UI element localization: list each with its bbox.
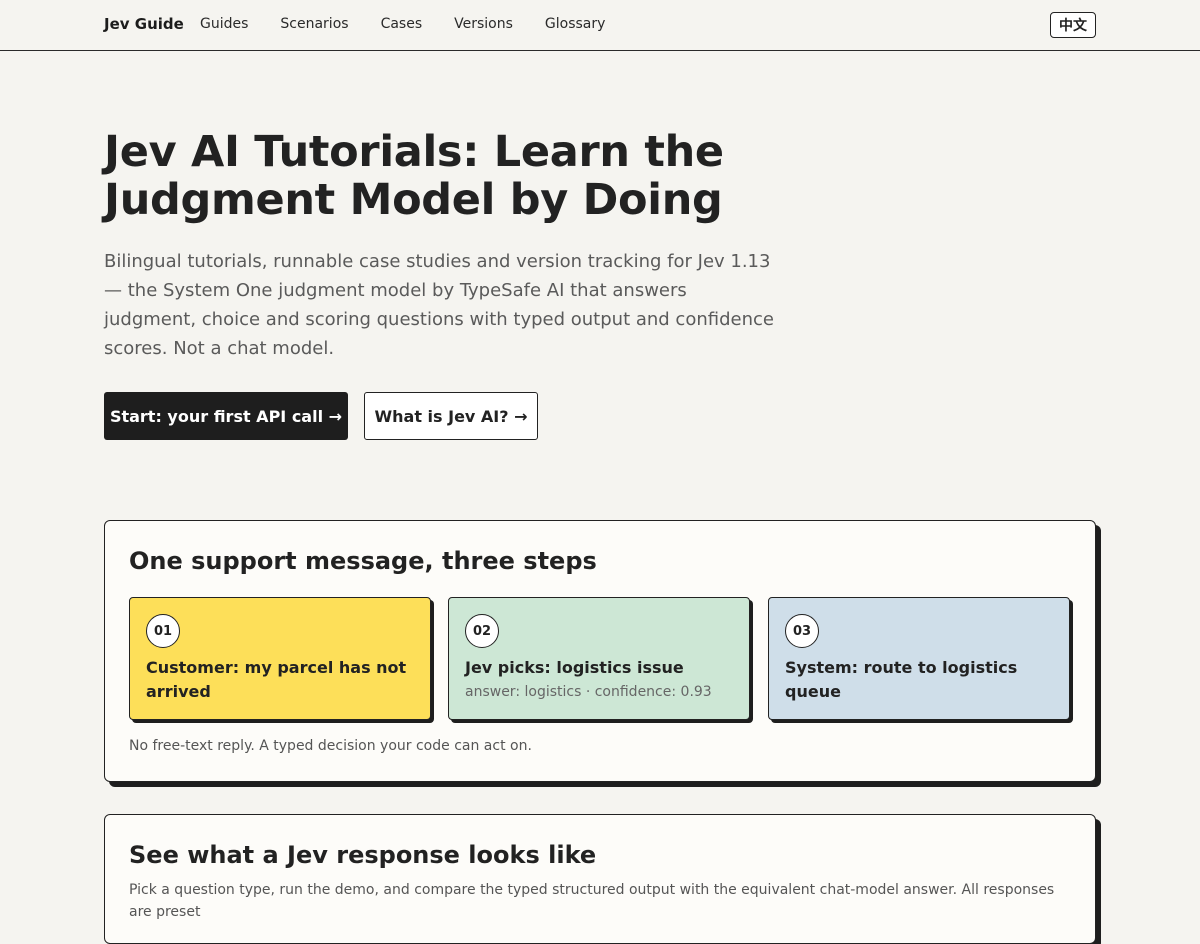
site-brand[interactable]: Jev Guide <box>104 15 184 33</box>
steps-card-note: No free-text reply. A typed decision you… <box>129 738 532 754</box>
nav-links: Guides Scenarios Cases Versions Glossary <box>200 16 637 32</box>
step-output-meta: answer: logistics · confidence: 0.93 <box>465 684 712 700</box>
start-first-api-call-button[interactable]: Start: your first API call → <box>104 392 348 440</box>
demo-card-description: Pick a question type, run the demo, and … <box>129 882 1055 920</box>
hero-subtitle: Bilingual tutorials, runnable case studi… <box>104 251 774 359</box>
steps-card-title: One support message, three steps <box>129 547 597 575</box>
step-text: Jev picks: logistics issue <box>465 658 684 677</box>
demo-card-title: See what a Jev response looks like <box>129 841 597 869</box>
step-card-jev: 02 Jev picks: logistics issue answer: lo… <box>448 597 750 720</box>
step-card-system: 03 System: route to logistics queue <box>768 597 1070 720</box>
step-card-customer: 01 Customer: my parcel has not arrived <box>129 597 431 720</box>
page-title: Jev AI Tutorials: Learn the Judgment Mod… <box>104 127 724 225</box>
nav-link-scenarios[interactable]: Scenarios <box>280 16 348 32</box>
step-number-badge: 01 <box>146 614 180 648</box>
step-text: Customer: my parcel has not arrived <box>146 658 407 701</box>
step-number-badge: 02 <box>465 614 499 648</box>
nav-link-guides[interactable]: Guides <box>200 16 248 32</box>
nav-link-glossary[interactable]: Glossary <box>545 16 606 32</box>
nav-link-versions[interactable]: Versions <box>454 16 513 32</box>
steps-card: One support message, three steps 01 Cust… <box>104 520 1096 782</box>
what-is-jev-button[interactable]: What is Jev AI? → <box>364 392 538 440</box>
nav-link-cases[interactable]: Cases <box>381 16 423 32</box>
step-number-badge: 03 <box>785 614 819 648</box>
top-navigation: Jev Guide Guides Scenarios Cases Version… <box>0 0 1200 51</box>
demo-card: See what a Jev response looks like Pick … <box>104 814 1096 944</box>
step-text: System: route to logistics queue <box>785 658 1018 701</box>
language-toggle-button[interactable]: 中文 <box>1050 12 1096 38</box>
